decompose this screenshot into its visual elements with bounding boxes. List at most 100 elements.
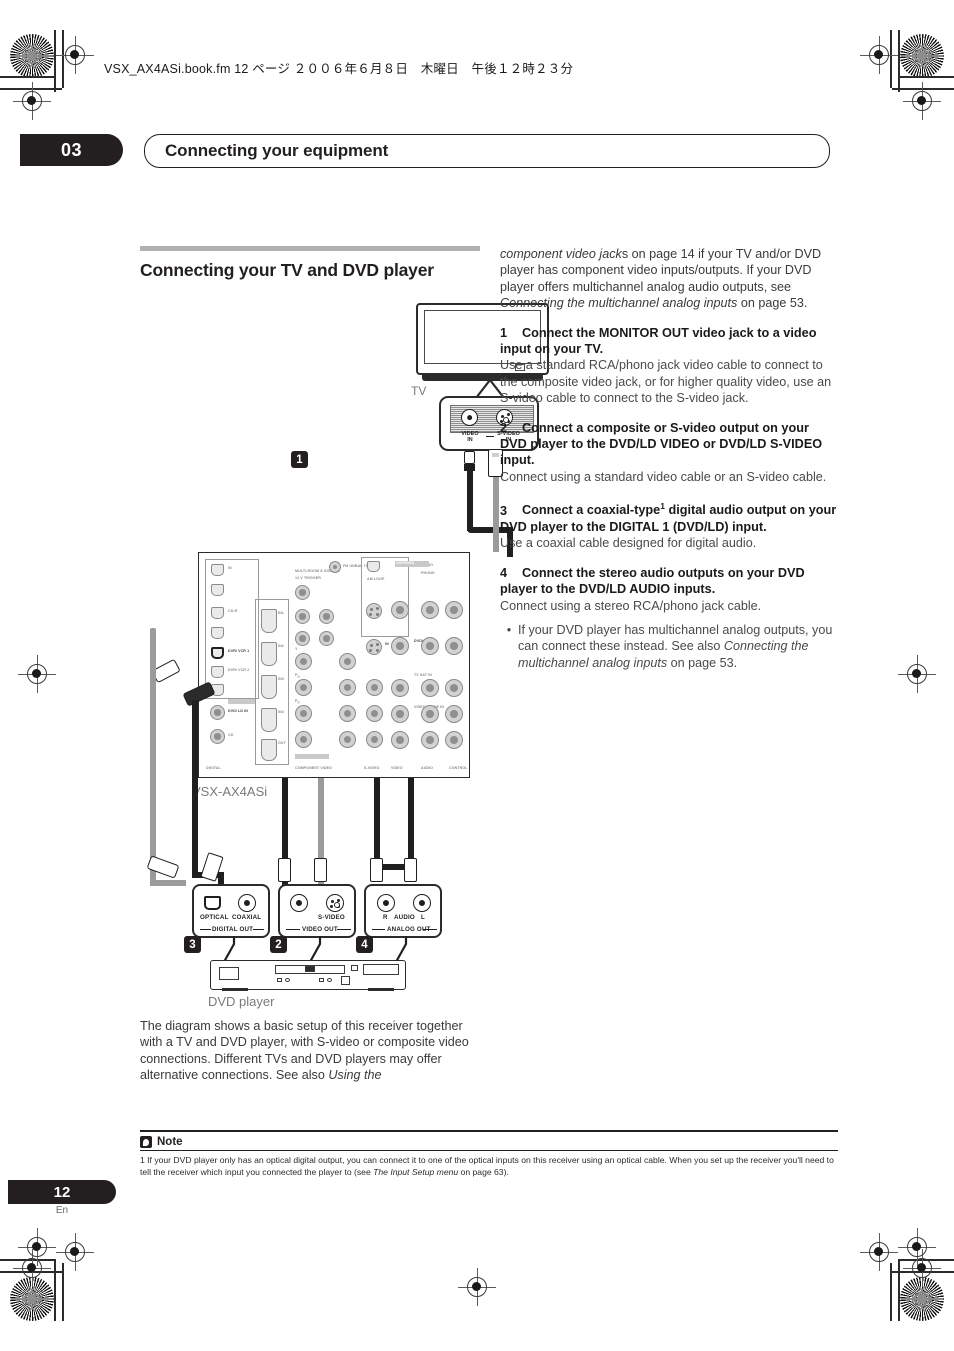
dvd-power-button: [341, 976, 350, 985]
rx-label-digital: DIGITAL: [206, 766, 221, 770]
rx-label-component-video: COMPONENT VIDEO: [295, 766, 333, 770]
video-jack-dvd-ld: [391, 637, 409, 655]
step-2-body: Connect using a standard video cable or …: [500, 469, 827, 484]
rx-assignable-band-2: [295, 754, 329, 759]
registration-crosshair-icon: [898, 1228, 936, 1266]
svideo-in-1: [366, 603, 382, 619]
intro-italic-1: component video jack: [500, 247, 622, 261]
rx-label-audio: AUDIO: [421, 766, 434, 770]
component-jack: [339, 679, 356, 696]
step-4-heading-text: Connect the stereo audio outputs on your…: [500, 565, 805, 597]
component-jack: [295, 585, 310, 600]
registration-crosshair-icon: [56, 36, 94, 74]
component-jack: [319, 631, 334, 646]
audio-jack: [445, 731, 463, 749]
trim-line: [0, 76, 56, 78]
rx-label-tv-sat: TV SAT IN: [414, 673, 433, 677]
chapter-title-pill: Connecting your equipment: [144, 134, 830, 168]
component-jack: [339, 731, 356, 748]
video-jack: [391, 731, 409, 749]
step-2-heading-text: Connect a composite or S-video output on…: [500, 420, 823, 468]
chapter-title: Connecting your equipment: [165, 141, 389, 160]
dvd-foot-right: [368, 988, 394, 991]
component-jack: [295, 653, 312, 670]
step-4-heading: 4 Connect the stereo audio outputs on you…: [500, 565, 838, 598]
note-body: 1 If your DVD player only has an optical…: [140, 1155, 838, 1178]
svideo-out-label: S-VIDEO: [318, 914, 345, 921]
component-jack: [339, 653, 356, 670]
label-divider: [486, 436, 494, 437]
audio-jack-l: [445, 601, 463, 619]
audio-jack: [421, 679, 439, 697]
note-section: Note 1 If your DVD player only has an op…: [140, 1130, 838, 1178]
intro-italic-2: Connecting the multichannel analog input…: [500, 296, 738, 311]
right-column: component video jacks on page 14 if your…: [500, 246, 838, 671]
connection-diagram: TV VIDEO IN S-VIDEO IN 1 IN CD-R DVR/ VC…: [140, 288, 549, 1013]
svideo-plug-detail: [492, 453, 499, 457]
svideo-jack-row: [366, 705, 383, 722]
audio-r-cable-to-dvd: [374, 778, 380, 868]
dvd-display-indicator: [305, 966, 315, 972]
audio-jack: [421, 705, 439, 723]
video-jack: [391, 679, 409, 697]
registration-mark-bottom-right: [834, 1231, 954, 1351]
optical-out-jack: [204, 896, 221, 910]
registration-crosshair-icon: [18, 1228, 56, 1266]
registration-crosshair-icon: [903, 82, 941, 120]
page-language-label: En: [55, 1205, 69, 1216]
optical-cable-bend: [150, 880, 186, 886]
note-rule-middle: [140, 1150, 838, 1152]
optical-in-3: [211, 607, 224, 619]
section-rule: [140, 246, 480, 251]
coaxial-out-jack: [238, 894, 256, 912]
step-3-body: Use a coaxial cable designed for digital…: [500, 536, 757, 551]
registration-crosshair-icon: [860, 36, 898, 74]
tv-video-in-label-line2: IN: [467, 437, 473, 443]
audio-jack-dvd-r: [421, 637, 439, 655]
optical-in-4: [211, 627, 224, 639]
registration-crosshair-icon: [18, 655, 56, 693]
svideo-jack-row: [366, 731, 383, 748]
intro-paragraph: component video jacks on page 14 if your…: [500, 246, 838, 312]
note-title: Note: [157, 1136, 183, 1149]
audio-l-plug-to-dvd: [404, 858, 417, 882]
step-2-number: 2: [500, 420, 508, 435]
page-number-badge: 12: [8, 1180, 116, 1204]
left-column: Connecting your TV and DVD player: [140, 246, 480, 281]
rx-label-cd: CD: [228, 733, 234, 737]
optical-out-label: OPTICAL: [200, 914, 229, 921]
callout-badge-1: 1: [291, 451, 308, 468]
rx-label-in: IN: [228, 566, 232, 570]
video-out-group-label: VIDEO OUT: [302, 926, 338, 933]
optical-in-5: [211, 666, 224, 678]
rx-label-dvr-vcr1: DVR/ VCR 1: [228, 649, 250, 653]
registration-crosshair-icon: [56, 1233, 94, 1271]
audio-r-plug-to-dvd: [370, 858, 383, 882]
registration-star-icon: [900, 34, 944, 78]
dvd-button: [319, 978, 324, 982]
trim-line: [898, 76, 954, 78]
note-rule-top: [140, 1130, 838, 1133]
coaxial-out-label: COAXIAL: [232, 914, 262, 921]
svideo-cable-to-receiver: [493, 477, 499, 552]
tv-label: TV: [411, 384, 427, 398]
bullet-item: • If your DVD player has multichannel an…: [500, 622, 838, 671]
caption-italic: Using the: [328, 1068, 382, 1083]
rx-label-dvr-vcr2: DVR/ VCR 2: [228, 668, 250, 672]
composite-video-out-jack: [290, 894, 308, 912]
dvd-video-out-block: S-VIDEO VIDEO OUT: [278, 884, 356, 938]
step-1-number: 1: [500, 325, 508, 340]
rx-label-phono: PHONO: [421, 571, 435, 575]
tv-video-in-jack: [461, 409, 478, 426]
optical-in-1: [211, 564, 224, 576]
fm-antenna-jack: [329, 561, 341, 573]
dvd-tray: [219, 967, 239, 980]
hdmi-in-1: [261, 609, 277, 633]
svideo-jack-row: [366, 679, 383, 696]
diagram-caption-paragraph: The diagram shows a basic setup of this …: [140, 1018, 480, 1084]
dvd-analog-out-block: R AUDIO L ANALOG OUT: [364, 884, 442, 938]
am-loop-terminal: [367, 561, 380, 572]
coaxial-digital-in-2: [210, 729, 225, 744]
component-jack: [295, 631, 310, 646]
audio-l-cable-to-dvd: [408, 778, 414, 848]
